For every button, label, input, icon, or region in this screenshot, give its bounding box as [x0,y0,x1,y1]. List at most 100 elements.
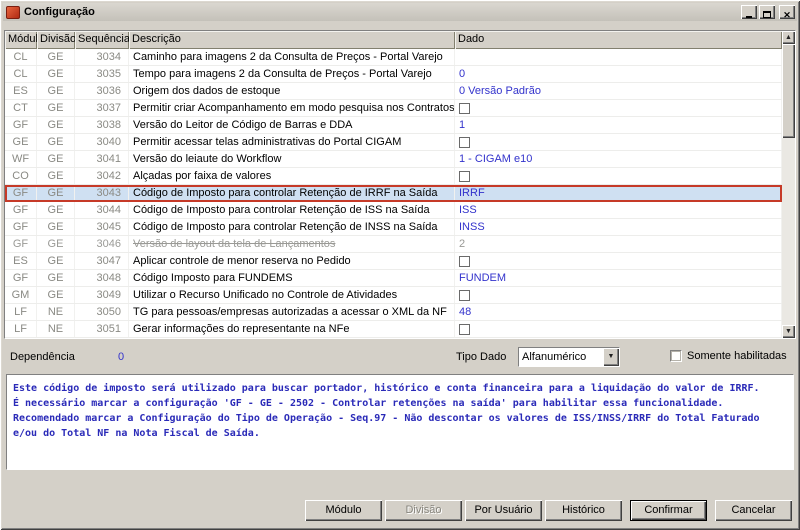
grid-header: Módulo Divisão Sequência Descrição Dado [5,31,782,49]
cell-sequencia: 3050 [75,304,129,320]
help-line: É necessário marcar a configuração 'GF -… [13,398,724,409]
table-row[interactable]: ES GE 3036 Origem dos dados de estoque 0 Ver… [5,83,782,100]
confirmar-button[interactable]: Confirmar [630,500,707,521]
cell-dado [455,100,782,116]
config-grid: Módulo Divisão Sequência Descrição Dado … [4,30,796,339]
modulo-button[interactable]: Módulo [305,500,382,521]
cell-sequencia: 3046 [75,236,129,252]
cell-sequencia: 3034 [75,49,129,65]
cell-divisao: GE [37,151,75,167]
configuracao-window: Configuração ✕ Módulo Divisão Sequência … [0,0,800,530]
col-header-modulo[interactable]: Módulo [5,31,37,49]
somente-habilitadas-checkbox[interactable] [670,350,682,362]
maximize-button[interactable] [759,5,775,19]
cell-modulo: WF [5,151,37,167]
table-row[interactable]: GF GE 3048 Código Imposto para FUNDEMS FUNDE… [5,270,782,287]
table-row[interactable]: GF GE 3046 Versão de layout da tela de Lanç… [5,236,782,253]
table-row[interactable]: GF GE 3044 Código de Imposto para controlar… [5,202,782,219]
button-bar: Módulo Divisão Por Usuário Histórico Con… [305,500,792,521]
cell-modulo: GF [5,117,37,133]
table-row[interactable]: GM GE 3049 Utilizar o Recurso Unificado no … [5,287,782,304]
cell-divisao: GE [37,168,75,184]
row-checkbox[interactable] [459,171,470,182]
titlebar[interactable]: Configuração ✕ [3,3,797,21]
cell-descricao: Permitir criar Acompanhamento em modo pe… [129,100,455,116]
cell-sequencia: 3035 [75,66,129,82]
cell-divisao: GE [37,134,75,150]
cell-descricao: Gerar informações do representante na NF… [129,321,455,337]
maximize-icon [763,11,771,18]
cell-sequencia: 3037 [75,100,129,116]
cell-sequencia: 3041 [75,151,129,167]
cell-dado: 0 Versão Padrão [455,83,782,99]
cell-sequencia: 3048 [75,270,129,286]
vertical-scrollbar[interactable]: ▲ ▼ [782,31,795,338]
table-row[interactable]: GF GE 3045 Código de Imposto para controlar… [5,219,782,236]
table-row[interactable]: CL GE 3034 Caminho para imagens 2 da Consul… [5,49,782,66]
close-button[interactable]: ✕ [779,5,795,20]
cell-dado: 0 [455,66,782,82]
cell-dado: INSS [455,219,782,235]
cell-dado: IRRF [455,185,782,201]
row-checkbox[interactable] [459,290,470,301]
help-line: Recomendado marcar a Configuração do Tip… [13,413,760,424]
cell-modulo: GF [5,270,37,286]
cell-dado: FUNDEM [455,270,782,286]
somente-habilitadas-option[interactable]: Somente habilitadas [670,350,787,362]
table-row[interactable]: CT GE 3037 Permitir criar Acompanhamento em… [5,100,782,117]
table-row[interactable]: LF NE 3051 Gerar informações do representan… [5,321,782,338]
table-row[interactable]: ES GE 3047 Aplicar controle de menor reserv… [5,253,782,270]
cell-dado: 48 [455,304,782,320]
cell-divisao: NE [37,304,75,320]
table-row[interactable]: WF GE 3041 Versão do leiaute do Workflow 1 -… [5,151,782,168]
col-header-dado[interactable]: Dado [455,31,782,49]
table-row[interactable]: GE GE 3040 Permitir acessar telas administr… [5,134,782,151]
minimize-button[interactable] [741,5,757,19]
table-row[interactable]: LF NE 3050 TG para pessoas/empresas autoriz… [5,304,782,321]
cell-divisao: GE [37,185,75,201]
historico-button[interactable]: Histórico [545,500,622,521]
cell-divisao: GE [37,66,75,82]
cell-sequencia: 3051 [75,321,129,337]
cell-descricao: TG para pessoas/empresas autorizadas a a… [129,304,455,320]
table-row[interactable]: CO GE 3042 Alçadas por faixa de valores [5,168,782,185]
row-checkbox[interactable] [459,324,470,335]
row-checkbox[interactable] [459,103,470,114]
cell-sequencia: 3036 [75,83,129,99]
cell-divisao: GE [37,287,75,303]
cell-modulo: LF [5,304,37,320]
cell-modulo: LF [5,321,37,337]
scroll-up-icon[interactable]: ▲ [782,31,795,44]
tipo-dado-dropdown[interactable]: Alfanumérico ▼ [518,347,620,367]
cell-descricao: Código de Imposto para controlar Retençã… [129,185,455,201]
table-row[interactable]: CL GE 3035 Tempo para imagens 2 da Consulta… [5,66,782,83]
col-header-descricao[interactable]: Descrição [129,31,455,49]
cell-modulo: CT [5,100,37,116]
cell-dado: ISS [455,202,782,218]
grid-body: CL GE 3034 Caminho para imagens 2 da Consul… [5,49,782,338]
scroll-down-icon[interactable]: ▼ [782,325,795,338]
cell-sequencia: 3043 [75,185,129,201]
cell-modulo: CL [5,66,37,82]
cell-modulo: CL [5,49,37,65]
help-line: Este código de imposto será utilizado pa… [13,383,760,394]
dependencia-label: Dependência [10,351,75,363]
cell-descricao: Caminho para imagens 2 da Consulta de Pr… [129,49,455,65]
cell-descricao: Alçadas por faixa de valores [129,168,455,184]
scrollbar-thumb[interactable] [782,44,795,138]
cell-divisao: GE [37,100,75,116]
row-checkbox[interactable] [459,137,470,148]
cell-dado [455,253,782,269]
chevron-down-icon[interactable]: ▼ [603,348,619,366]
cell-divisao: GE [37,49,75,65]
cancelar-button[interactable]: Cancelar [715,500,792,521]
por-usuario-button[interactable]: Por Usuário [465,500,542,521]
table-row[interactable]: GF GE 3043 Código de Imposto para controlar… [5,185,782,202]
table-row[interactable]: GF GE 3038 Versão do Leitor de Código de Ba… [5,117,782,134]
footer-strip: Dependência 0 Tipo Dado Alfanumérico ▼ S… [0,346,800,370]
row-checkbox[interactable] [459,256,470,267]
cell-dado: 1 [455,117,782,133]
tipo-dado-label: Tipo Dado [456,351,507,363]
col-header-divisao[interactable]: Divisão [37,31,75,49]
col-header-sequencia[interactable]: Sequência [75,31,129,49]
